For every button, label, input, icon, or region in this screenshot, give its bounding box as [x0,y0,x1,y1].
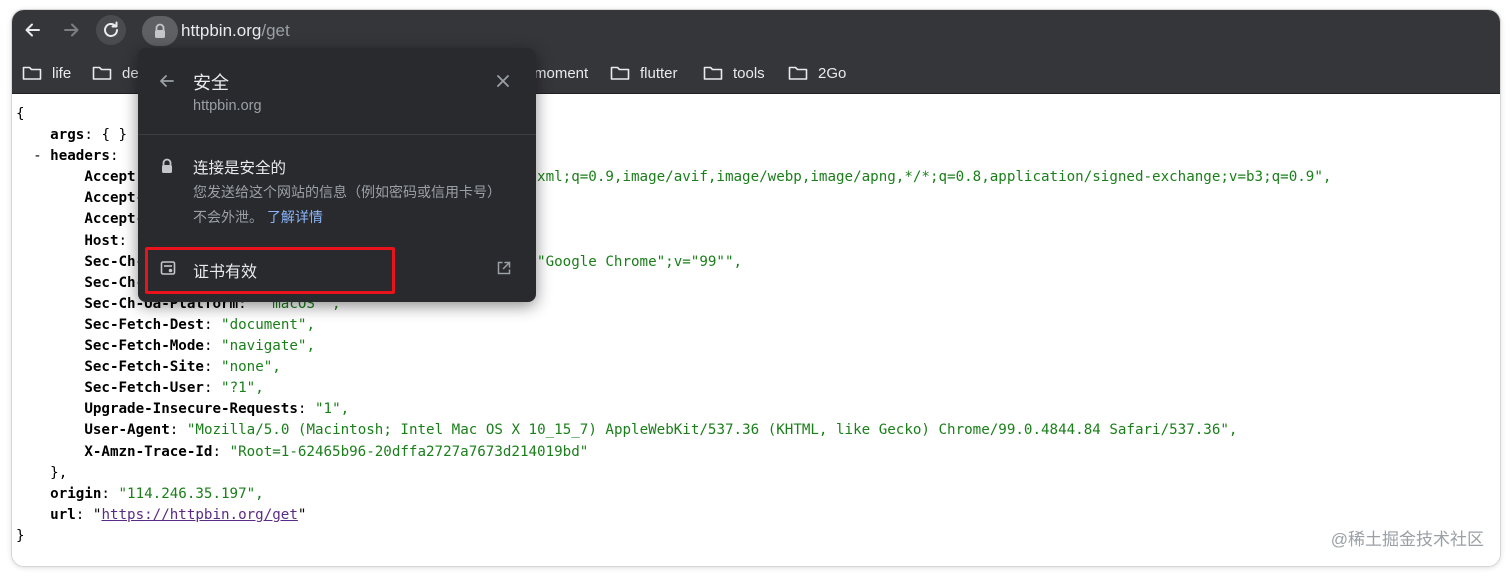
certificate-row[interactable]: 证书有效 [138,248,536,288]
bookmark-label: life [52,64,72,82]
json-key: url [50,506,76,523]
connection-secure-description: 您发送给这个网站的信息（例如密码或信用卡号）不会外泄。 了解详情 [193,180,503,230]
certificate-label: 证书有效 [193,264,258,281]
json-value: "1", [314,401,350,418]
json-line: - headers: [16,148,119,165]
back-button[interactable] [18,15,48,45]
popup-divider [138,134,536,135]
json-key: args [50,127,85,144]
json-value: "?1", [221,380,264,397]
json-value: "Root=1-62465b96-20dffa2727a7673d214019b… [229,443,589,460]
reload-icon [104,21,118,37]
learn-more-link[interactable]: 了解详情 [267,209,323,225]
json-value: "Mozilla/5.0 (Macintosh; Intel Mac OS X … [186,422,1238,439]
json-line: } [16,528,25,544]
json-line: url: "https://httpbin.org/get" [50,506,307,523]
json-value: "document", [221,316,315,333]
json-key: Upgrade-Insecure-Requests [84,401,298,418]
site-info-button[interactable] [142,16,178,46]
json-value: "navigate", [221,338,315,355]
url-path: /get [261,21,290,40]
bookmark-life[interactable]: life [22,62,71,84]
json-line: }, [16,465,67,481]
json-key: Sec-Fetch-Site [84,359,204,376]
bookmark-flutter[interactable]: flutter [610,62,678,84]
json-line: Sec-Fetch-Dest: "document", [84,316,315,333]
json-key: Sec-Fetch-Mode [84,338,204,355]
json-key: origin [50,485,102,502]
json-key: Sec-Fetch-User [84,380,204,397]
arrow-left-icon [25,23,40,37]
json-line: X-Amzn-Trace-Id: "Root=1-62465b96-20dffa… [84,443,589,460]
site-info-popup: 安全 httpbin.org 连接是安全的 您发送给这个网站的信息（例如密码或信… [138,48,536,302]
arrow-left-icon[interactable] [158,72,176,90]
connection-secure-heading: 连接是安全的 [193,160,287,177]
json-key-headers[interactable]: headers [50,148,110,164]
popup-title: 安全 [193,73,229,93]
lock-icon [162,158,172,173]
folder-icon [610,66,630,80]
bookmark-2go[interactable]: 2Go [788,62,846,84]
json-line: Sec-Fetch-Site: "none", [84,359,281,376]
json-key: X-Amzn-Trace-Id [84,443,213,460]
bookmark-label: 2Go [818,64,847,82]
bookmark-label: flutter [640,64,678,82]
json-punct: - [16,148,51,165]
json-url-link[interactable]: https://httpbin.org/get [101,507,297,523]
bookmark-label: de [122,64,139,82]
browser-toolbar: httpbin.org/get [12,10,1500,52]
popup-host: httpbin.org [193,98,262,114]
lock-icon [155,23,165,38]
secure-desc-text: 您发送给这个网站的信息（例如密码或信用卡号）不会外泄。 [193,184,501,225]
json-line: Upgrade-Insecure-Requests: "1", [84,401,350,418]
json-key: User-Agent [84,422,170,439]
bookmark-label: tools [733,64,765,82]
folder-icon [703,66,723,80]
bookmark-de[interactable]: de [92,62,139,84]
json-line: { [16,106,25,122]
close-icon[interactable] [495,73,511,89]
certificate-icon [160,261,176,275]
bookmark-label: moment [534,64,589,82]
json-value: "114.246.35.197", [118,485,264,502]
json-line: origin: "114.246.35.197", [50,485,264,502]
json-key: Host [84,232,119,249]
external-link-icon [497,261,511,275]
reload-button[interactable] [96,15,126,45]
json-key: Sec-Fetch-Dest [84,316,204,333]
url-host: httpbin.org [181,21,262,40]
arrow-right-icon [64,23,79,37]
json-punct: { [16,106,25,122]
bookmark-moment[interactable]: moment [534,62,588,84]
watermark: @稀土掘金技术社区 [1330,525,1484,550]
json-punct: } [16,527,25,544]
json-line: Sec-Fetch-Mode: "navigate", [84,338,315,355]
json-line: Sec-Fetch-User: "?1", [84,380,264,397]
json-value: { } [101,127,128,144]
folder-icon [22,66,42,80]
url-text[interactable]: httpbin.org/get [181,21,290,41]
forward-button[interactable] [56,15,86,45]
address-bar[interactable]: httpbin.org/get [140,15,1492,47]
json-line: args: { } [50,127,128,144]
folder-icon [92,66,112,80]
json-punct: }, [16,464,68,481]
json-key: Accept [84,169,136,186]
json-value: "none", [221,359,281,376]
json-line: User-Agent: "Mozilla/5.0 (Macintosh; Int… [84,422,1238,439]
folder-icon [788,66,808,80]
bookmark-tools[interactable]: tools [703,62,765,84]
